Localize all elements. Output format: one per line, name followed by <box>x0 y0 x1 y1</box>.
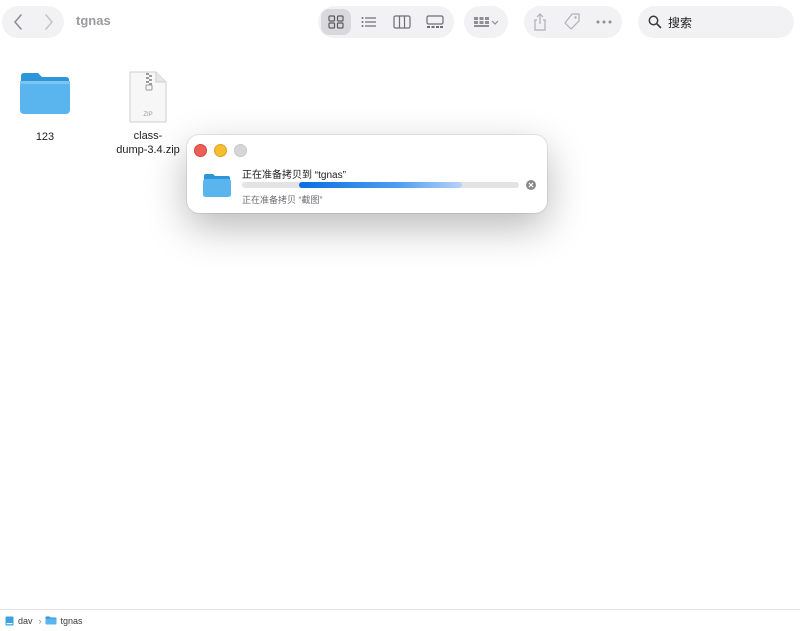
forward-button[interactable] <box>33 6 64 38</box>
more-button[interactable] <box>588 6 620 38</box>
zip-badge: ZIP <box>143 112 152 118</box>
copy-progress-dialog: 正在准备拷贝到 “tgnas” 正在准备拷贝 “截图” <box>187 135 547 213</box>
chevron-right-icon <box>44 14 53 30</box>
more-icon <box>596 20 612 24</box>
chevron-left-icon <box>13 14 22 30</box>
copy-subtitle: 正在准备拷贝 “截图” <box>242 195 323 205</box>
gallery-view-button[interactable] <box>420 9 450 35</box>
navigation-group <box>2 6 64 38</box>
icon-view-button[interactable] <box>321 9 351 35</box>
tag-icon <box>564 13 580 30</box>
drive-icon <box>5 616 14 625</box>
tag-button[interactable] <box>556 6 588 38</box>
window-title: tgnas <box>76 13 111 28</box>
close-icon <box>528 182 534 188</box>
back-button[interactable] <box>2 6 33 38</box>
copy-progress-bar <box>242 182 519 188</box>
search-placeholder: 搜索 <box>668 15 693 30</box>
view-mode-group <box>318 6 454 38</box>
file-item-zip[interactable]: ZIP class- dump-3.4.zip <box>110 70 186 157</box>
toolbar: tgnas 搜索 <box>0 0 800 44</box>
search-icon <box>648 15 662 29</box>
close-window-button[interactable] <box>194 144 207 157</box>
folder-icon <box>203 174 231 197</box>
share-icon <box>534 13 546 31</box>
cancel-copy-button[interactable] <box>526 180 536 190</box>
list-view-button[interactable] <box>354 9 384 35</box>
gallery-view-icon <box>426 15 444 28</box>
path-item-dav[interactable]: dav <box>5 616 33 626</box>
copy-progress-fill <box>298 182 463 188</box>
minimize-window-button[interactable] <box>214 144 227 157</box>
zoom-window-button <box>234 144 247 157</box>
column-view-button[interactable] <box>387 9 417 35</box>
group-menu-icon <box>474 17 499 27</box>
actions-group <box>524 6 622 38</box>
file-item-folder[interactable]: 123 <box>15 70 75 144</box>
file-name-line-1: class- <box>133 130 163 142</box>
path-item-tgnas[interactable]: tgnas <box>45 616 83 626</box>
icon-view-grid-icon <box>328 15 344 29</box>
file-name-line-2: dump-3.4.zip <box>116 144 180 156</box>
folder-icon <box>20 73 70 114</box>
file-name: 123 <box>35 131 55 143</box>
folder-icon <box>45 616 57 625</box>
column-view-icon <box>393 15 411 29</box>
path-bar: dav › tgnas <box>0 609 800 631</box>
path-separator: › <box>38 615 42 626</box>
share-button[interactable] <box>524 6 556 38</box>
path-item-label: tgnas <box>60 615 83 626</box>
zip-file-icon: ZIP <box>129 71 167 123</box>
list-view-icon <box>361 17 376 27</box>
path-item-label: dav <box>18 615 33 626</box>
group-button[interactable] <box>464 6 508 38</box>
copy-title: 正在准备拷贝到 “tgnas” <box>242 170 346 181</box>
search-field[interactable]: 搜索 <box>638 6 794 38</box>
